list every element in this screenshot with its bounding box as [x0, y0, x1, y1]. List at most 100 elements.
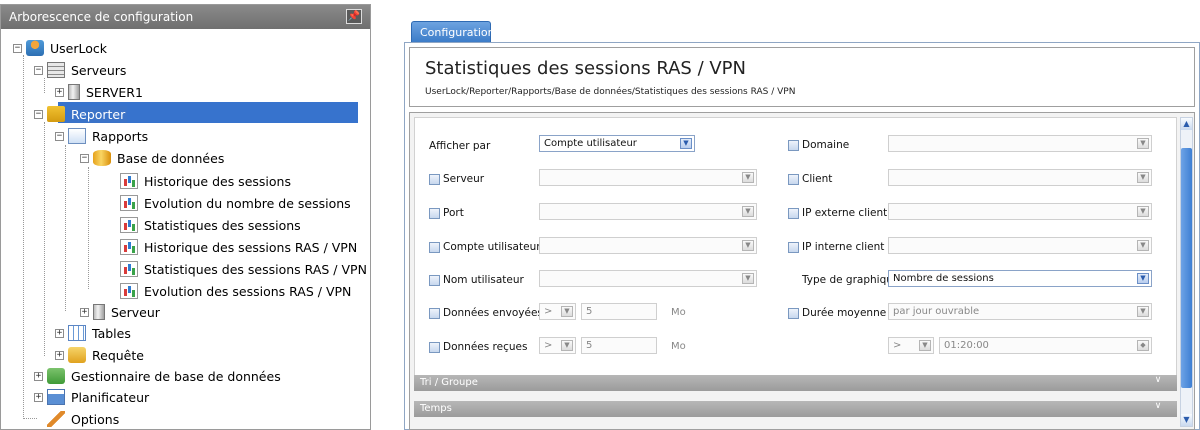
section-tri-groupe[interactable]: Tri / Groupe ∨: [414, 375, 1177, 391]
type-graphique-select[interactable]: Nombre de sessions ▼: [888, 270, 1152, 287]
chart-icon: [120, 217, 138, 233]
tab-configuration[interactable]: Configuration: [411, 21, 495, 42]
chevron-down-icon[interactable]: ▼: [561, 306, 573, 317]
chevron-down-icon[interactable]: ▼: [1137, 240, 1149, 251]
port-select[interactable]: ▼: [539, 203, 757, 220]
expand-chevron-icon[interactable]: ∨: [1149, 401, 1167, 413]
donnees-recues-checkbox[interactable]: [429, 342, 440, 353]
tree-item-requete[interactable]: + Requête: [55, 344, 146, 366]
pin-icon[interactable]: 📌: [346, 9, 362, 24]
client-checkbox[interactable]: [788, 174, 799, 185]
chevron-down-icon[interactable]: ▼: [561, 340, 573, 351]
table-icon: [68, 325, 86, 341]
scroll-down-icon[interactable]: ▼: [1181, 414, 1192, 426]
chevron-down-icon[interactable]: ▼: [742, 240, 754, 251]
ip-externe-checkbox[interactable]: [788, 208, 799, 219]
tree-panel-header: Arborescence de configuration 📌: [1, 5, 370, 29]
afficher-par-select[interactable]: Compte utilisateur ▼: [539, 135, 695, 152]
ip-interne-label: IP interne client: [802, 241, 885, 253]
chevron-down-icon[interactable]: ▼: [680, 138, 692, 149]
client-label: Client: [802, 173, 833, 185]
tree-item-server1[interactable]: + SERVER1: [55, 81, 145, 103]
vertical-scrollbar[interactable]: ▲ ▼: [1180, 117, 1193, 427]
nom-utilisateur-checkbox[interactable]: [429, 275, 440, 286]
type-graphique-value: Nombre de sessions: [893, 273, 994, 284]
expand-icon[interactable]: +: [34, 392, 43, 402]
chevron-down-icon[interactable]: ▼: [1137, 273, 1149, 284]
expand-icon[interactable]: +: [55, 350, 64, 360]
database-icon: [93, 150, 111, 166]
compte-utilisateur-select[interactable]: ▼: [539, 237, 757, 254]
query-icon: [68, 347, 86, 363]
nom-utilisateur-label: Nom utilisateur: [443, 274, 524, 286]
chevron-down-icon[interactable]: ▼: [919, 340, 931, 351]
port-checkbox[interactable]: [429, 208, 440, 219]
donnees-envoyees-checkbox[interactable]: [429, 308, 440, 319]
duree-time-input[interactable]: 01:20:00 ◆: [939, 337, 1152, 354]
chevron-down-icon[interactable]: ▼: [1137, 306, 1149, 317]
tree-item-base-de-donnees[interactable]: − Base de données: [80, 147, 226, 169]
tree-item-userlock[interactable]: − UserLock: [13, 37, 109, 59]
expand-chevron-icon[interactable]: ∨: [1149, 375, 1167, 387]
scrollbar-thumb[interactable]: [1181, 148, 1192, 388]
tree-item-tables[interactable]: + Tables: [55, 322, 133, 344]
expand-icon[interactable]: +: [55, 87, 64, 97]
tree-item-gestionnaire-db[interactable]: + Gestionnaire de base de données: [34, 365, 283, 387]
domaine-checkbox[interactable]: [788, 140, 799, 151]
tree-panel-title: Arborescence de configuration: [9, 10, 194, 24]
scroll-up-icon[interactable]: ▲: [1181, 118, 1192, 130]
page-title: Statistiques des sessions RAS / VPN: [425, 58, 747, 79]
tree-item-serveurs[interactable]: − Serveurs: [34, 59, 128, 81]
section-tri-groupe-label: Tri / Groupe: [420, 377, 478, 388]
chevron-down-icon[interactable]: ▼: [742, 206, 754, 217]
tree-item-report[interactable]: Evolution du nombre de sessions: [120, 192, 353, 214]
tree-item-report[interactable]: Evolution des sessions RAS / VPN: [120, 280, 353, 302]
tree-item-planificateur[interactable]: + Planificateur: [34, 386, 151, 408]
nom-utilisateur-select[interactable]: ▼: [539, 270, 757, 287]
tree-item-report[interactable]: Statistiques des sessions RAS / VPN: [120, 258, 369, 280]
collapse-icon[interactable]: −: [13, 43, 22, 53]
chevron-down-icon[interactable]: ▼: [1137, 138, 1149, 149]
tree-item-reporter[interactable]: − Reporter: [34, 103, 128, 125]
duree-moyenne-checkbox[interactable]: [788, 308, 799, 319]
serveur-checkbox[interactable]: [429, 174, 440, 185]
collapse-icon[interactable]: −: [34, 65, 43, 75]
serveur-select[interactable]: ▼: [539, 169, 757, 186]
ip-interne-checkbox[interactable]: [788, 242, 799, 253]
ip-interne-select[interactable]: ▼: [888, 237, 1152, 254]
collapse-icon[interactable]: −: [80, 153, 89, 163]
compte-utilisateur-checkbox[interactable]: [429, 242, 440, 253]
expand-icon[interactable]: +: [34, 371, 43, 381]
servers-icon: [47, 62, 65, 78]
spinner-icon[interactable]: ◆: [1137, 340, 1149, 351]
expand-icon[interactable]: +: [80, 307, 89, 317]
client-select[interactable]: ▼: [888, 169, 1152, 186]
duree-operator[interactable]: > ▼: [888, 337, 934, 354]
collapse-icon[interactable]: −: [55, 131, 64, 141]
tree-item-report[interactable]: Statistiques des sessions: [120, 214, 303, 236]
chevron-down-icon[interactable]: ▼: [1137, 206, 1149, 217]
scheduler-icon: [47, 389, 65, 405]
donnees-envoyees-operator[interactable]: > ▼: [539, 303, 576, 320]
expand-icon[interactable]: +: [55, 328, 64, 338]
section-temps[interactable]: Temps ∨: [414, 401, 1177, 417]
duree-moyenne-select[interactable]: par jour ouvrable ▼: [888, 303, 1152, 320]
donnees-recues-label: Données reçues: [443, 341, 528, 353]
afficher-par-value: Compte utilisateur: [544, 138, 637, 149]
ip-externe-select[interactable]: ▼: [888, 203, 1152, 220]
donnees-envoyees-input[interactable]: 5: [581, 303, 657, 320]
tree-item-report[interactable]: Historique des sessions: [120, 170, 293, 192]
chevron-down-icon[interactable]: ▼: [1137, 172, 1149, 183]
donnees-recues-operator[interactable]: > ▼: [539, 337, 576, 354]
chevron-down-icon[interactable]: ▼: [742, 273, 754, 284]
operator-value: >: [544, 306, 553, 317]
tree-item-report[interactable]: Historique des sessions RAS / VPN: [120, 236, 359, 258]
tree-item-serveur[interactable]: + Serveur: [80, 301, 162, 323]
collapse-icon[interactable]: −: [34, 109, 43, 119]
tree-item-options[interactable]: Options: [47, 408, 121, 430]
chevron-down-icon[interactable]: ▼: [742, 172, 754, 183]
tree-item-rapports[interactable]: − Rapports: [55, 125, 150, 147]
tree-line: [65, 145, 66, 311]
donnees-recues-input[interactable]: 5: [581, 337, 657, 354]
domaine-select[interactable]: ▼: [888, 135, 1152, 152]
